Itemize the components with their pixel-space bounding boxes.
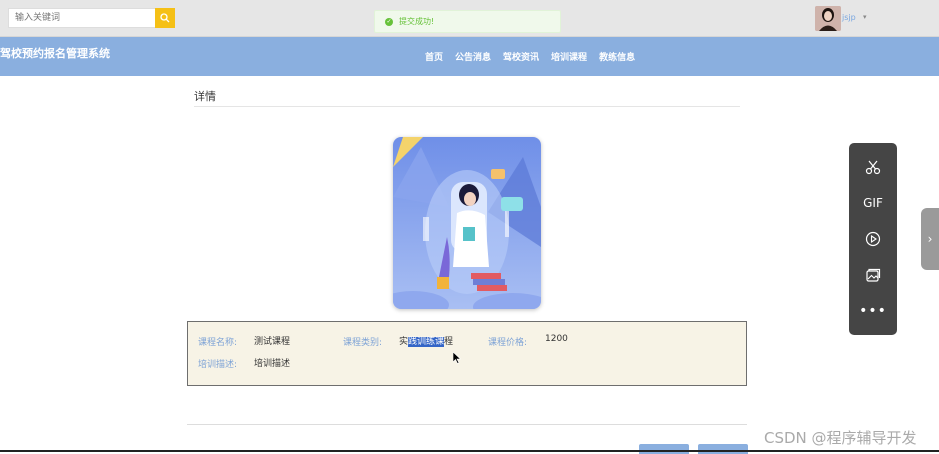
course-price-value: 1200 <box>545 334 568 344</box>
nav-item-announcements[interactable]: 公告消息 <box>455 50 491 63</box>
main-nav: 首页 公告消息 驾校资讯 培训课程 教练信息 <box>425 50 635 63</box>
search-input[interactable] <box>8 8 156 28</box>
search-icon <box>160 13 170 23</box>
site-title: 驾校预约报名管理系统 <box>0 47 110 60</box>
top-bar: ✓ 提交成功! jsjp ▾ <box>0 0 939 37</box>
scissors-icon[interactable] <box>849 155 897 179</box>
nav-bar: 驾校预约报名管理系统 首页 公告消息 驾校资讯 培训课程 教练信息 <box>0 37 939 76</box>
divider <box>194 106 740 107</box>
watermark: CSDN @程序辅导开发 <box>764 429 917 447</box>
nav-item-home[interactable]: 首页 <box>425 50 443 63</box>
nav-item-coaches[interactable]: 教练信息 <box>599 50 635 63</box>
check-circle-icon: ✓ <box>385 17 393 26</box>
more-icon[interactable]: ••• <box>849 299 897 323</box>
course-name-value: 测试课程 <box>254 337 291 347</box>
chevron-right-icon[interactable]: › <box>921 208 939 270</box>
search-button[interactable] <box>155 8 175 28</box>
success-toast: ✓ 提交成功! <box>374 10 561 33</box>
training-desc-value: 培训描述 <box>254 359 291 369</box>
course-price-label: 课程价格: <box>488 338 528 348</box>
nav-item-news[interactable]: 驾校资讯 <box>503 50 539 63</box>
course-name-label: 课程名称: <box>198 338 238 348</box>
play-icon[interactable] <box>849 227 897 251</box>
course-image <box>393 137 541 309</box>
gif-icon[interactable]: GIF <box>849 191 897 215</box>
training-desc-label: 培训描述: <box>198 360 238 370</box>
avatar[interactable] <box>815 6 841 31</box>
nav-item-courses[interactable]: 培训课程 <box>551 50 587 63</box>
course-info-panel: 课程名称: 测试课程 课程类别: 实践训练课程 课程价格: 1200 培训描述:… <box>187 321 747 386</box>
course-type-label: 课程类别: <box>343 338 383 348</box>
image-icon[interactable] <box>849 263 897 287</box>
selected-text: 践训练课 <box>408 337 445 347</box>
toast-message: 提交成功! <box>399 17 435 26</box>
screenshot-toolbar: GIF ••• <box>849 143 897 335</box>
action-button[interactable] <box>639 444 689 454</box>
course-type-value: 实践训练课程 <box>399 337 454 347</box>
action-button[interactable] <box>698 444 748 454</box>
chevron-down-icon[interactable]: ▾ <box>863 13 867 21</box>
divider <box>187 424 747 425</box>
page-title: 详情 <box>194 90 216 103</box>
username[interactable]: jsjp <box>842 13 856 22</box>
mouse-cursor-icon <box>453 352 461 364</box>
